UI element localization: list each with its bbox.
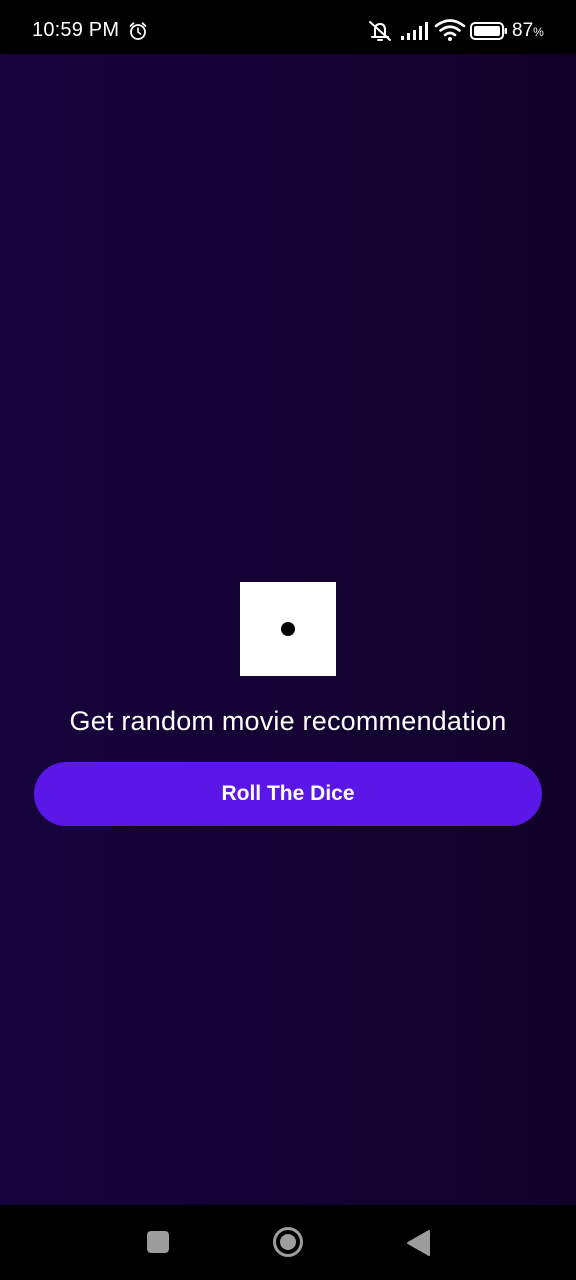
home-icon[interactable] xyxy=(272,1226,304,1258)
tagline: Get random movie recommendation xyxy=(69,706,507,736)
battery-percent-symbol: % xyxy=(533,25,544,39)
status-bar: 10:59 PM 87% xyxy=(0,0,576,54)
recent-apps-icon[interactable] xyxy=(147,1231,169,1253)
status-time: 10:59 PM xyxy=(32,19,120,41)
mute-icon xyxy=(369,21,391,41)
dice-face[interactable] xyxy=(240,582,336,676)
signal-icon xyxy=(401,22,428,40)
app-content: Get random movie recommendation Roll The… xyxy=(0,54,576,1205)
navigation-bar xyxy=(0,1205,576,1280)
battery-level: 87 xyxy=(512,20,534,41)
back-icon[interactable] xyxy=(405,1229,431,1257)
battery-percentage: 87% xyxy=(512,20,544,43)
screen: 10:59 PM 87% Get random movie recommenda… xyxy=(0,0,576,1280)
wifi-icon xyxy=(434,19,466,41)
battery-icon xyxy=(470,22,507,40)
dice-pip xyxy=(281,622,295,636)
alarm-icon xyxy=(129,22,147,40)
roll-dice-button[interactable]: Roll The Dice xyxy=(34,762,542,826)
